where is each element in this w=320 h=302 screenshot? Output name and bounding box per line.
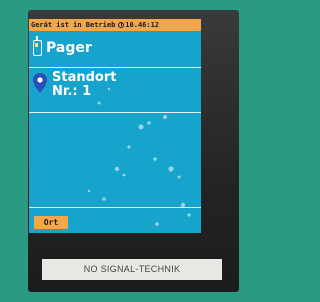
divider (29, 112, 201, 113)
softkey-ort[interactable]: Ort (34, 216, 68, 229)
location-title: Standort (52, 70, 117, 85)
status-message: Gerät ist in Betrieb (31, 21, 116, 29)
divider (29, 207, 201, 208)
status-bar: Gerät ist in Betrieb 10.46:12 (29, 19, 201, 31)
manufacturer-label: NO SIGNAL-TECHNIK (42, 259, 222, 280)
pager-icon (33, 36, 42, 56)
menu-item-pager[interactable]: Pager (33, 35, 92, 61)
device-screen: Gerät ist in Betrieb 10.46:12 Pager Stan… (29, 19, 201, 233)
status-time: 10.46:12 (125, 21, 160, 29)
menu-item-location[interactable]: Standort Nr.: 1 (33, 71, 116, 99)
divider (29, 67, 201, 68)
location-pin-icon (33, 73, 47, 93)
location-number: Nr.: 1 (52, 84, 92, 99)
clock-icon (118, 22, 125, 28)
pager-label: Pager (46, 40, 92, 56)
